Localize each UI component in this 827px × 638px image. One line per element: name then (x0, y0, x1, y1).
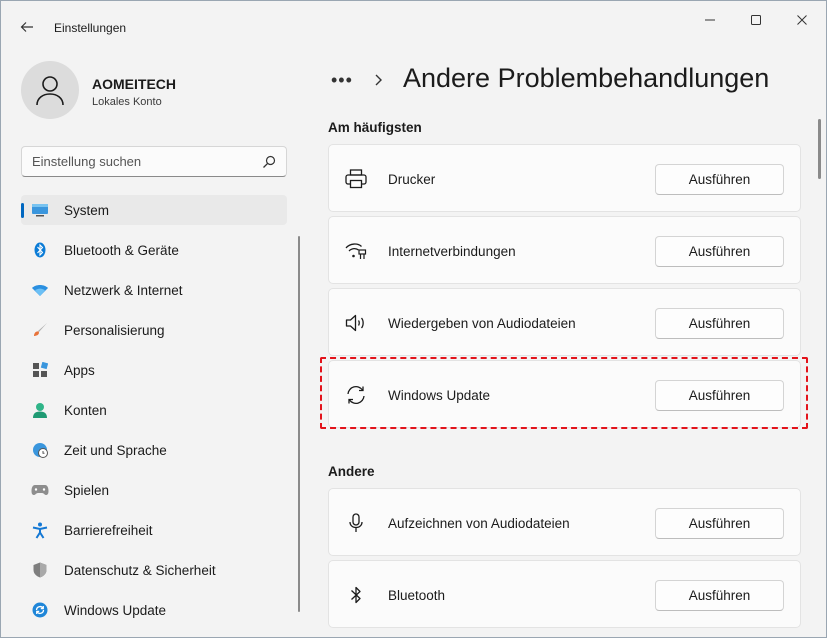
sidebar-item-label: Windows Update (64, 603, 167, 618)
back-arrow-icon (20, 22, 33, 32)
minimize-icon (705, 19, 715, 21)
shield-icon (31, 562, 49, 578)
apps-icon (31, 362, 49, 378)
sidebar-item-label: Zeit und Sprache (64, 443, 167, 458)
page-title: Andere Problembehandlungen (403, 63, 770, 93)
troubleshooter-label: Wiedergeben von Audiodateien (388, 316, 576, 331)
content-scrollbar[interactable] (818, 119, 821, 179)
speaker-icon (345, 313, 367, 333)
person-icon (36, 76, 64, 106)
troubleshooter-bluetooth: Bluetooth Ausführen (328, 560, 801, 628)
title-bar: Einstellungen (1, 1, 826, 41)
troubleshooter-internet-connections: Internetverbindungen Ausführen (328, 216, 801, 284)
sidebar-nav: System Bluetooth & Geräte Netzwerk & Int… (21, 195, 287, 635)
sidebar-item-system[interactable]: System (21, 195, 287, 225)
run-printer-button[interactable]: Ausführen (655, 164, 784, 195)
troubleshooter-label: Aufzeichnen von Audiodateien (388, 516, 570, 531)
sidebar-item-label: Konten (64, 403, 107, 418)
section-title-other: Andere (328, 464, 375, 479)
bluetooth-icon (31, 242, 49, 258)
profile-name: AOMEITECH (92, 76, 176, 92)
run-windows-update-button[interactable]: Ausführen (655, 380, 784, 411)
sidebar-item-windows-update[interactable]: Windows Update (21, 595, 287, 625)
printer-icon (345, 169, 367, 189)
sidebar-item-accessibility[interactable]: Barrierefreiheit (21, 515, 287, 545)
sidebar-item-accounts[interactable]: Konten (21, 395, 287, 425)
breadcrumb: ••• (331, 63, 383, 97)
sidebar-item-gaming[interactable]: Spielen (21, 475, 287, 505)
back-button[interactable] (13, 13, 41, 41)
sidebar-item-personalization[interactable]: Personalisierung (21, 315, 287, 345)
section-title-most-frequent: Am häufigsten (328, 120, 422, 135)
settings-window: Einstellungen AOMEITECH Lokales Konto Ei… (0, 0, 827, 638)
maximize-icon (751, 15, 761, 25)
sidebar-item-apps[interactable]: Apps (21, 355, 287, 385)
sidebar-item-label: Apps (64, 363, 95, 378)
troubleshooter-playing-audio: Wiedergeben von Audiodateien Ausführen (328, 288, 801, 356)
run-playing-audio-button[interactable]: Ausführen (655, 308, 784, 339)
account-icon (31, 402, 49, 418)
chevron-right-icon (375, 74, 382, 86)
active-indicator (21, 203, 24, 218)
sidebar-item-network[interactable]: Netzwerk & Internet (21, 275, 287, 305)
sidebar-item-label: Bluetooth & Geräte (64, 243, 179, 258)
troubleshooter-label: Bluetooth (388, 588, 446, 603)
breadcrumb-more-button[interactable]: ••• (331, 70, 353, 91)
search-icon[interactable] (262, 155, 276, 169)
globe-clock-icon (31, 442, 49, 458)
close-icon (797, 15, 807, 25)
troubleshooter-recording-audio: Aufzeichnen von Audiodateien Ausführen (328, 488, 801, 556)
brush-icon (31, 322, 49, 338)
close-button[interactable] (779, 3, 825, 37)
maximize-button[interactable] (733, 3, 779, 37)
accessibility-icon (31, 522, 49, 539)
sidebar-item-label: Spielen (64, 483, 110, 498)
avatar[interactable] (21, 61, 79, 119)
sidebar-item-label: Datenschutz & Sicherheit (64, 563, 216, 578)
troubleshooter-printer: Drucker Ausführen (328, 144, 801, 212)
run-bluetooth-button[interactable]: Ausführen (655, 580, 784, 611)
search-box (21, 146, 287, 177)
sidebar-item-label: Barrierefreiheit (64, 523, 153, 538)
profile-account-type: Lokales Konto (92, 96, 162, 108)
update-icon (31, 602, 49, 618)
wifi-icon (31, 282, 49, 298)
sidebar-item-label: Personalisierung (64, 323, 165, 338)
search-input[interactable] (22, 147, 258, 176)
troubleshooter-label: Windows Update (388, 388, 491, 403)
sidebar-item-time-language[interactable]: Zeit und Sprache (21, 435, 287, 465)
microphone-icon (345, 513, 367, 533)
troubleshooter-windows-update: Windows Update Ausführen (328, 360, 801, 428)
run-recording-audio-button[interactable]: Ausführen (655, 508, 784, 539)
troubleshooter-label: Internetverbindungen (388, 244, 516, 259)
troubleshooter-label: Drucker (388, 172, 436, 187)
run-internet-connections-button[interactable]: Ausführen (655, 236, 784, 267)
app-title: Einstellungen (54, 21, 127, 35)
monitor-icon (31, 202, 49, 218)
minimize-button[interactable] (687, 3, 733, 37)
sidebar-item-privacy-security[interactable]: Datenschutz & Sicherheit (21, 555, 287, 585)
sidebar-scrollbar[interactable] (298, 236, 300, 612)
sidebar-item-bluetooth[interactable]: Bluetooth & Geräte (21, 235, 287, 265)
refresh-icon (345, 385, 367, 405)
sidebar-item-label: Netzwerk & Internet (64, 283, 183, 298)
gamepad-icon (31, 482, 49, 498)
wifi-icon (345, 241, 367, 261)
sidebar-item-label: System (64, 203, 110, 218)
bluetooth-icon (345, 585, 367, 605)
